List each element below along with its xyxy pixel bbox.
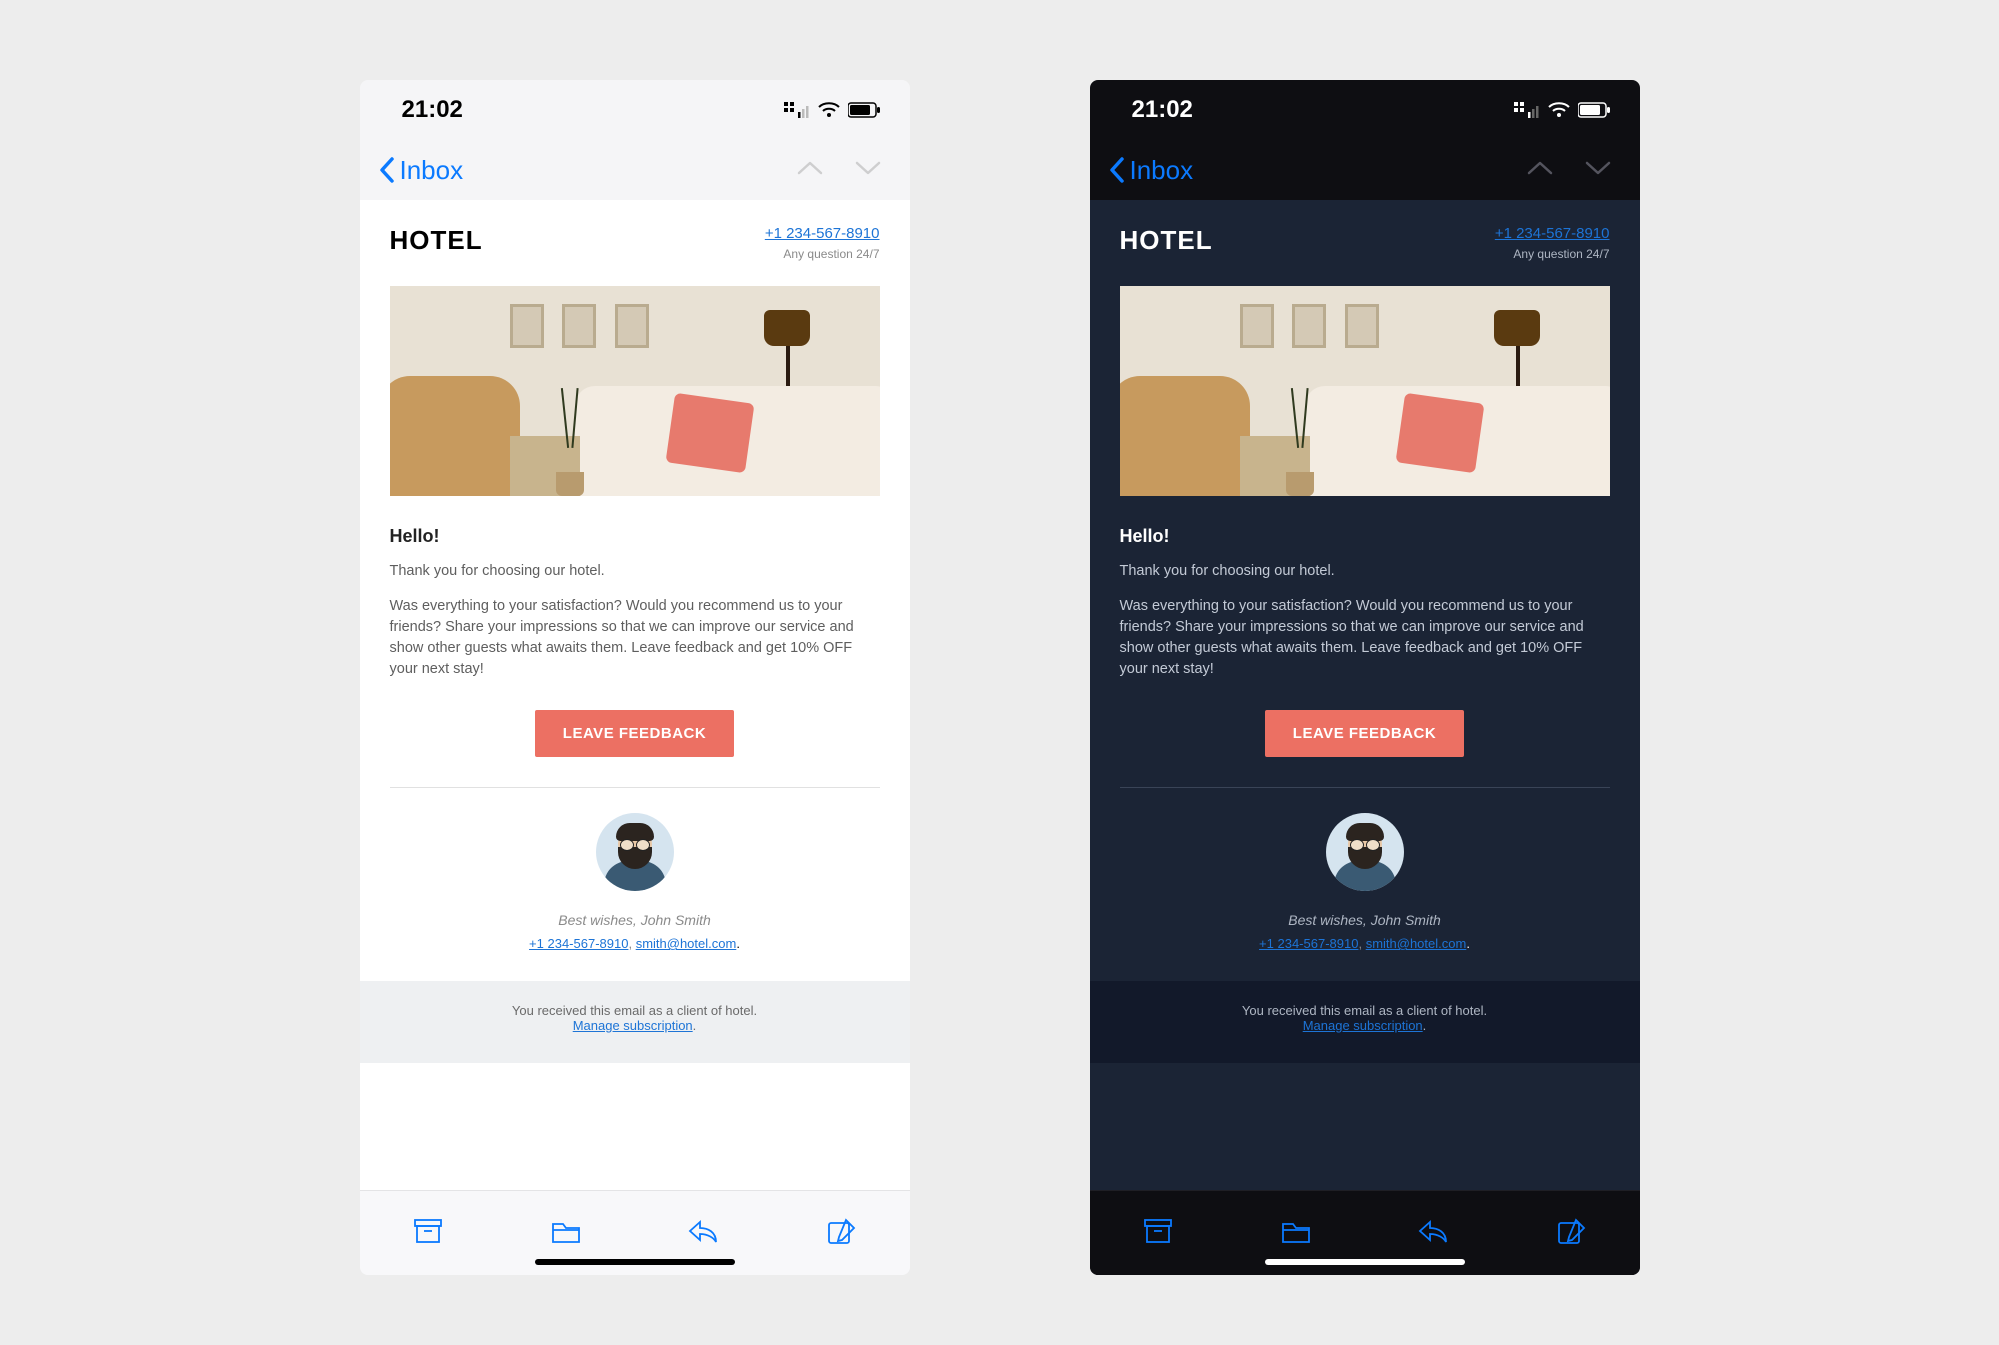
intro-text: Thank you for choosing our hotel. xyxy=(390,561,880,582)
signature-email-link[interactable]: smith@hotel.com xyxy=(1366,936,1467,951)
wifi-icon xyxy=(1548,102,1570,118)
signature-wishes: Best wishes, John Smith xyxy=(1120,912,1610,928)
author-avatar xyxy=(1326,813,1404,891)
brand-logo: HOTEL xyxy=(390,225,483,256)
footer-period: . xyxy=(693,1018,697,1033)
mail-body: HOTEL +1 234-567-8910 Any question 24/7 … xyxy=(360,200,910,1190)
nav-arrows xyxy=(1526,159,1622,182)
next-message-button[interactable] xyxy=(854,159,882,182)
signature-wishes: Best wishes, John Smith xyxy=(390,912,880,928)
next-message-button[interactable] xyxy=(1584,159,1612,182)
signature-contact: +1 234-567-8910, smith@hotel.com. xyxy=(390,936,880,951)
body-text: Was everything to your satisfaction? Wou… xyxy=(1120,596,1610,680)
signature-period: . xyxy=(1466,936,1470,951)
phone-light: 21:02 Inbox HOTEL +1 234-567-8910 Any qu… xyxy=(360,80,910,1275)
status-bar: 21:02 xyxy=(1090,80,1640,140)
signature-email-link[interactable]: smith@hotel.com xyxy=(636,936,737,951)
signature-phone-link[interactable]: +1 234-567-8910 xyxy=(529,936,628,951)
battery-icon xyxy=(848,102,882,118)
home-indicator[interactable] xyxy=(535,1259,735,1265)
hero-image xyxy=(1120,286,1610,496)
status-time: 21:02 xyxy=(402,96,463,124)
nav-back[interactable]: Inbox xyxy=(1108,155,1194,186)
dual-sim-icon xyxy=(784,102,810,118)
leave-feedback-button[interactable]: LEAVE FEEDBACK xyxy=(535,710,734,757)
nav-arrows xyxy=(796,159,892,182)
status-icons xyxy=(1514,102,1612,118)
status-icons xyxy=(784,102,882,118)
wifi-icon xyxy=(818,102,840,118)
footer-period: . xyxy=(1423,1018,1427,1033)
signature-period: . xyxy=(736,936,740,951)
manage-subscription-link[interactable]: Manage subscription xyxy=(573,1018,693,1033)
brand-logo: HOTEL xyxy=(1120,225,1213,256)
signature-contact: +1 234-567-8910, smith@hotel.com. xyxy=(1120,936,1610,951)
intro-text: Thank you for choosing our hotel. xyxy=(1120,561,1610,582)
hero-image xyxy=(390,286,880,496)
brand-phone-link[interactable]: +1 234-567-8910 xyxy=(1495,225,1610,242)
folder-button[interactable] xyxy=(1279,1214,1313,1253)
author-avatar xyxy=(596,813,674,891)
chevron-left-icon xyxy=(1108,156,1126,184)
footer-line: You received this email as a client of h… xyxy=(380,1003,890,1018)
battery-icon xyxy=(1578,102,1612,118)
brand-contact: +1 234-567-8910 Any question 24/7 xyxy=(1495,225,1610,261)
compose-button[interactable] xyxy=(1554,1214,1588,1253)
signature-separator: , xyxy=(628,936,635,951)
archive-button[interactable] xyxy=(1141,1214,1175,1253)
brand-contact-sub: Any question 24/7 xyxy=(1495,247,1610,261)
archive-button[interactable] xyxy=(411,1214,445,1253)
prev-message-button[interactable] xyxy=(1526,159,1554,182)
nav-bar: Inbox xyxy=(1090,140,1640,200)
divider xyxy=(390,787,880,788)
greeting: Hello! xyxy=(390,526,880,547)
status-time: 21:02 xyxy=(1132,96,1193,124)
signature-phone-link[interactable]: +1 234-567-8910 xyxy=(1259,936,1358,951)
chevron-left-icon xyxy=(378,156,396,184)
prev-message-button[interactable] xyxy=(796,159,824,182)
brand-phone-link[interactable]: +1 234-567-8910 xyxy=(765,225,880,242)
home-indicator[interactable] xyxy=(1265,1259,1465,1265)
brand-contact-sub: Any question 24/7 xyxy=(765,247,880,261)
dual-sim-icon xyxy=(1514,102,1540,118)
nav-back-label: Inbox xyxy=(1130,155,1194,186)
greeting: Hello! xyxy=(1120,526,1610,547)
nav-bar: Inbox xyxy=(360,140,910,200)
footer-line: You received this email as a client of h… xyxy=(1110,1003,1620,1018)
nav-back[interactable]: Inbox xyxy=(378,155,464,186)
brand-contact: +1 234-567-8910 Any question 24/7 xyxy=(765,225,880,261)
folder-button[interactable] xyxy=(549,1214,583,1253)
phone-dark: 21:02 Inbox HOTEL +1 234-567-8910 Any qu… xyxy=(1090,80,1640,1275)
manage-subscription-link[interactable]: Manage subscription xyxy=(1303,1018,1423,1033)
nav-back-label: Inbox xyxy=(400,155,464,186)
reply-button[interactable] xyxy=(1416,1214,1450,1253)
body-text: Was everything to your satisfaction? Wou… xyxy=(390,596,880,680)
email-footer: You received this email as a client of h… xyxy=(1090,981,1640,1063)
signature-separator: , xyxy=(1358,936,1365,951)
leave-feedback-button[interactable]: LEAVE FEEDBACK xyxy=(1265,710,1464,757)
compose-button[interactable] xyxy=(824,1214,858,1253)
status-bar: 21:02 xyxy=(360,80,910,140)
email-footer: You received this email as a client of h… xyxy=(360,981,910,1063)
divider xyxy=(1120,787,1610,788)
mail-body: HOTEL +1 234-567-8910 Any question 24/7 … xyxy=(1090,200,1640,1190)
reply-button[interactable] xyxy=(686,1214,720,1253)
